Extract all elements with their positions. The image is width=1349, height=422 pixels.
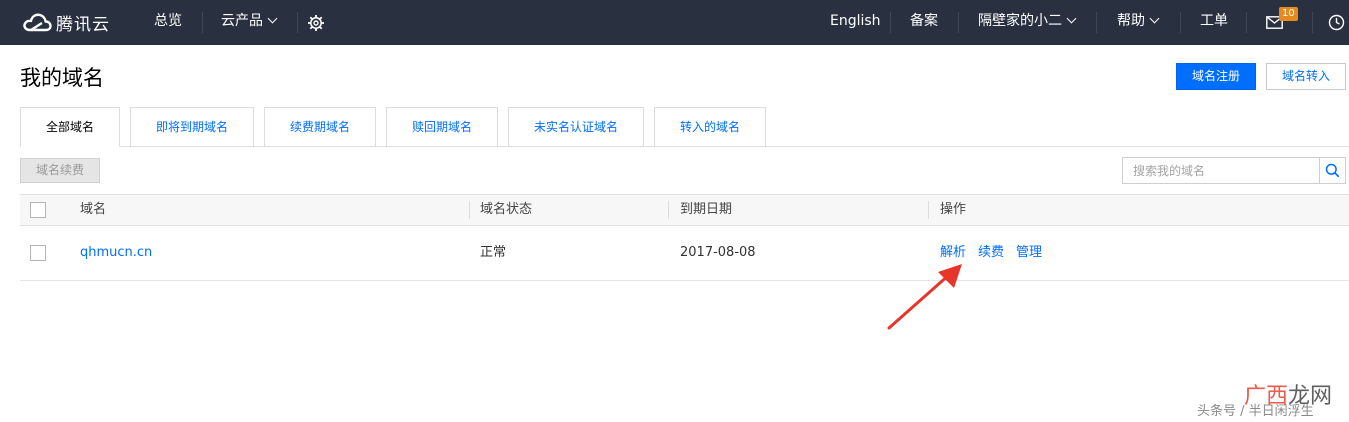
user-name: 隔壁家的小二: [978, 13, 1062, 29]
nav-divider: [297, 12, 298, 33]
nav-overview[interactable]: 总览: [154, 0, 182, 45]
row-checkbox[interactable]: [30, 245, 46, 261]
tab-unverified-domains[interactable]: 未实名认证域名: [508, 107, 644, 147]
column-status: 域名状态: [480, 202, 533, 217]
tab-all-domains[interactable]: 全部域名: [20, 107, 120, 147]
register-domain-button[interactable]: 域名注册: [1176, 63, 1256, 90]
search-icon: [1325, 163, 1340, 178]
nav-divider: [1312, 12, 1313, 33]
transfer-domain-button[interactable]: 域名转入: [1266, 63, 1346, 90]
search-button[interactable]: [1319, 157, 1346, 184]
message-count-badge: 10: [1279, 7, 1298, 21]
page-title: 我的域名: [20, 66, 104, 90]
nav-ticket[interactable]: 工单: [1200, 0, 1228, 45]
domain-status: 正常: [480, 245, 507, 260]
renew-link[interactable]: 续费: [978, 226, 1004, 280]
column-domain: 域名: [80, 202, 107, 217]
help-menu[interactable]: 帮助: [1117, 0, 1160, 45]
help-label: 帮助: [1117, 13, 1145, 29]
gear-icon: [308, 14, 324, 31]
clock-icon: [1328, 14, 1345, 31]
tab-redemption-period[interactable]: 赎回期域名: [386, 107, 498, 147]
nav-divider: [1096, 12, 1097, 33]
chevron-down-icon: [1149, 13, 1160, 24]
domain-name-link[interactable]: qhmucn.cn: [80, 226, 152, 280]
user-menu[interactable]: 隔壁家的小二: [978, 0, 1077, 45]
renew-domain-button[interactable]: 域名续费: [20, 158, 100, 183]
chevron-down-icon: [1066, 13, 1077, 24]
nav-divider: [202, 12, 203, 33]
column-divider: [469, 201, 470, 219]
language-switch[interactable]: English: [830, 0, 881, 45]
watermark-caption: 头条号 / 半日闲浮生: [1197, 404, 1314, 419]
nav-divider: [1180, 12, 1181, 33]
nav-filing[interactable]: 备案: [910, 0, 938, 45]
column-divider: [668, 201, 669, 219]
tab-transferred-domains[interactable]: 转入的域名: [654, 107, 766, 147]
manage-link[interactable]: 管理: [1016, 226, 1042, 280]
top-navigation-bar: 腾讯云 总览 云产品 English 备案 隔壁家的小二 帮助 工单 10: [0, 0, 1349, 45]
tencent-cloud-logo[interactable]: 腾讯云: [22, 10, 110, 35]
select-all-checkbox[interactable]: [30, 202, 46, 218]
history-button[interactable]: [1328, 0, 1345, 45]
nav-divider: [1246, 12, 1247, 33]
search-input[interactable]: [1122, 157, 1319, 184]
tab-expiring-domains[interactable]: 即将到期域名: [130, 107, 254, 147]
nav-divider: [890, 12, 891, 33]
nav-cloud-products[interactable]: 云产品: [221, 0, 278, 45]
column-divider: [928, 201, 929, 219]
table-header: 域名 域名状态 到期日期 操作: [20, 194, 1349, 226]
table-row: qhmucn.cn 正常 2017-08-08 解析 续费 管理: [20, 226, 1349, 281]
tab-renewal-period[interactable]: 续费期域名: [264, 107, 376, 147]
column-actions: 操作: [940, 202, 967, 217]
nav-divider: [958, 12, 959, 33]
cloud-logo-icon: [23, 13, 52, 32]
logo-text: 腾讯云: [56, 14, 110, 35]
settings-button[interactable]: [307, 0, 325, 45]
domain-expiry-date: 2017-08-08: [680, 245, 756, 260]
column-expiry-date: 到期日期: [680, 202, 733, 217]
nav-cloud-products-label: 云产品: [221, 13, 263, 29]
chevron-down-icon: [267, 13, 278, 24]
annotation-arrow-icon: [887, 264, 962, 330]
